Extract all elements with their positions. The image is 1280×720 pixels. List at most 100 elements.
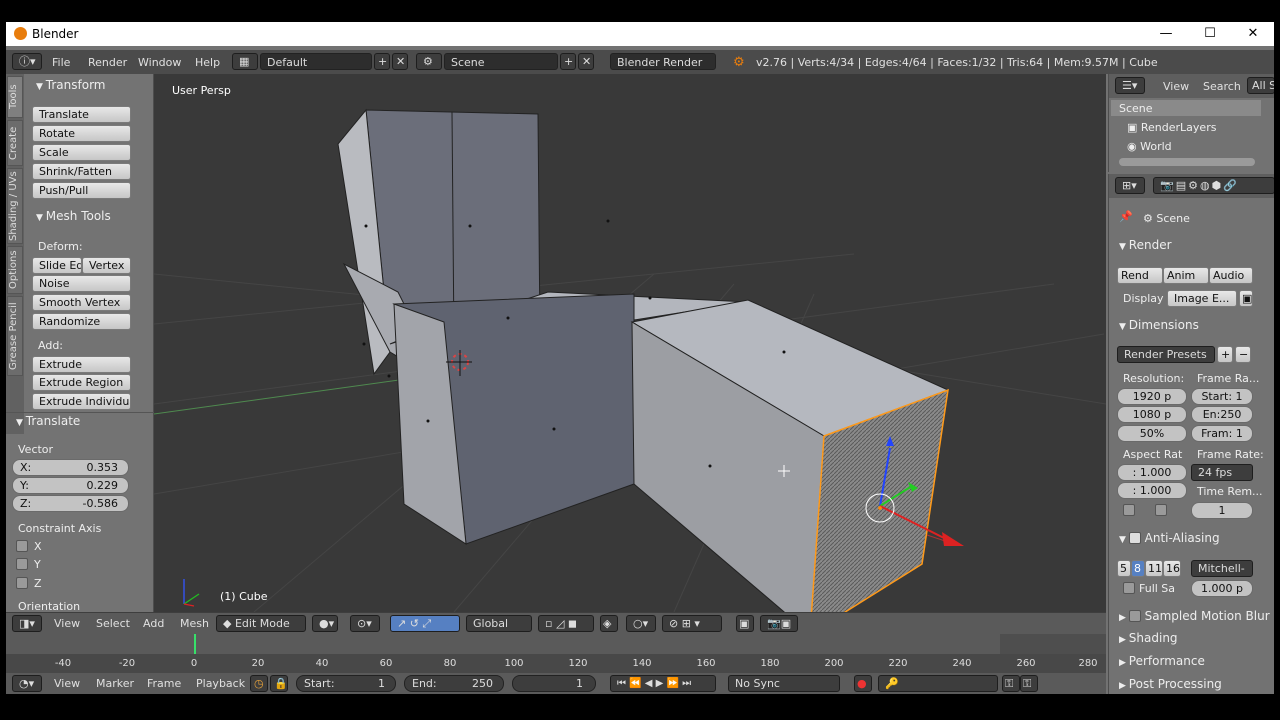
timeline-menu-view[interactable]: View bbox=[54, 677, 80, 690]
aspect-x-field[interactable]: : 1.000 bbox=[1117, 464, 1187, 481]
render-preview-icon[interactable]: 📷▣ bbox=[760, 615, 798, 632]
mode-dropdown[interactable]: ◆ Edit Mode bbox=[216, 615, 306, 632]
remove-preset-icon[interactable]: − bbox=[1235, 346, 1251, 363]
properties-context-tabs[interactable]: 📷▤⚙◍⬢🔗 bbox=[1153, 177, 1274, 194]
timeline[interactable]: -40 -20 0 20 40 60 80 100 120 140 160 18… bbox=[6, 634, 1106, 674]
frame-end-field[interactable]: En:250 bbox=[1191, 406, 1253, 423]
resolution-y-field[interactable]: 1080 p bbox=[1117, 406, 1187, 423]
aspect-y-field[interactable]: : 1.000 bbox=[1117, 482, 1187, 499]
select-mode-buttons[interactable]: ▫ ◿ ◼ bbox=[538, 615, 594, 632]
remove-screen-icon[interactable]: ✕ bbox=[392, 53, 408, 70]
editor-type-timeline-icon[interactable]: ◔▾ bbox=[12, 675, 42, 692]
editor-type-info-icon[interactable]: ⓘ▾ bbox=[12, 53, 42, 70]
vector-y-field[interactable]: Y: 0.229 bbox=[12, 477, 129, 494]
outliner-item-world[interactable]: ◉ World bbox=[1127, 140, 1172, 153]
timeline-menu-frame[interactable]: Frame bbox=[147, 677, 181, 690]
tab-grease-pencil[interactable]: Grease Pencil bbox=[7, 296, 23, 376]
push-pull-button[interactable]: Push/Pull bbox=[32, 182, 131, 199]
delete-keyframe-icon[interactable]: ⚿ bbox=[1020, 675, 1038, 692]
add-scene-icon[interactable]: + bbox=[560, 53, 576, 70]
full-sample-checkbox[interactable] bbox=[1123, 582, 1135, 594]
proportional-edit-icon[interactable]: ○▾ bbox=[626, 615, 656, 632]
render-animation-button[interactable]: Anim bbox=[1163, 267, 1209, 284]
editor-type-outliner-icon[interactable]: ☰▾ bbox=[1115, 77, 1145, 94]
noise-button[interactable]: Noise bbox=[32, 275, 131, 292]
frame-rate-dropdown[interactable]: 24 fps bbox=[1191, 464, 1253, 481]
aa-filter-dropdown[interactable]: Mitchell- bbox=[1191, 560, 1253, 577]
menu-view[interactable]: View bbox=[54, 617, 80, 630]
aa-samples-5[interactable]: 5 bbox=[1117, 560, 1131, 577]
filter-size-field[interactable]: 1.000 p bbox=[1191, 580, 1253, 597]
dimensions-panel-header[interactable]: Dimensions bbox=[1119, 318, 1199, 332]
constraint-z-checkbox[interactable] bbox=[16, 577, 28, 589]
vector-z-field[interactable]: Z: -0.586 bbox=[12, 495, 129, 512]
transform-panel-header[interactable]: Transform bbox=[36, 78, 106, 92]
outliner-menu-search[interactable]: Search bbox=[1203, 80, 1241, 93]
record-icon[interactable]: ● bbox=[854, 675, 872, 692]
extrude-dropdown[interactable]: Extrude bbox=[32, 356, 131, 373]
menu-help[interactable]: Help bbox=[195, 56, 220, 69]
current-frame-field[interactable]: 1 bbox=[512, 675, 596, 692]
start-frame-field[interactable]: Start: 1 bbox=[296, 675, 396, 692]
translate-button[interactable]: Translate bbox=[32, 106, 131, 123]
lock-interface-icon[interactable]: ▣ bbox=[1239, 290, 1253, 307]
extrude-region-button[interactable]: Extrude Region bbox=[32, 374, 131, 391]
3d-viewport[interactable]: User Persp (1) Cube bbox=[154, 74, 1106, 612]
randomize-button[interactable]: Randomize bbox=[32, 313, 131, 330]
maximize-button[interactable]: ☐ bbox=[1200, 25, 1220, 43]
screen-layout-field[interactable]: Default bbox=[260, 53, 372, 70]
snap-icon[interactable]: ⊘ ⊞ ▾ bbox=[662, 615, 722, 632]
extrude-individual-button[interactable]: Extrude Individual bbox=[32, 393, 131, 410]
end-frame-field[interactable]: End: 250 bbox=[404, 675, 504, 692]
layers-icon[interactable]: ▣ bbox=[736, 615, 754, 632]
close-button[interactable]: ✕ bbox=[1243, 25, 1263, 43]
resolution-x-field[interactable]: 1920 p bbox=[1117, 388, 1187, 405]
render-audio-button[interactable]: Audio bbox=[1209, 267, 1253, 284]
aa-samples-11[interactable]: 11 bbox=[1145, 560, 1163, 577]
tab-create[interactable]: Create bbox=[7, 120, 23, 166]
remove-scene-icon[interactable]: ✕ bbox=[578, 53, 594, 70]
performance-panel-header[interactable]: Performance bbox=[1119, 654, 1205, 668]
add-screen-icon[interactable]: + bbox=[374, 53, 390, 70]
menu-mesh[interactable]: Mesh bbox=[180, 617, 209, 630]
frame-step-field[interactable]: Fram: 1 bbox=[1191, 425, 1253, 442]
menu-select[interactable]: Select bbox=[96, 617, 130, 630]
manipulator-toggles[interactable]: ↗ ↺ ⤢ bbox=[390, 615, 460, 632]
render-still-button[interactable]: Rend bbox=[1117, 267, 1163, 284]
menu-add[interactable]: Add bbox=[143, 617, 164, 630]
render-presets-dropdown[interactable]: Render Presets bbox=[1117, 346, 1215, 363]
menu-file[interactable]: File bbox=[52, 56, 70, 69]
occlude-geometry-icon[interactable]: ◈ bbox=[600, 615, 618, 632]
current-frame-marker[interactable] bbox=[194, 634, 196, 654]
timeline-menu-marker[interactable]: Marker bbox=[96, 677, 134, 690]
render-engine-dropdown[interactable]: Blender Render bbox=[610, 53, 716, 70]
minimize-button[interactable]: — bbox=[1156, 25, 1176, 43]
rotate-button[interactable]: Rotate bbox=[32, 125, 131, 142]
crop-checkbox[interactable] bbox=[1155, 504, 1167, 516]
add-preset-icon[interactable]: + bbox=[1217, 346, 1233, 363]
post-processing-panel-header[interactable]: Post Processing bbox=[1119, 677, 1222, 691]
viewport-shading-icon[interactable]: ●▾ bbox=[312, 615, 338, 632]
mesh-tools-panel-header[interactable]: Mesh Tools bbox=[36, 209, 111, 223]
playback-controls[interactable]: ⏮ ⏪ ◀ ▶ ⏩ ⏭ bbox=[610, 675, 716, 692]
screen-layout-icon[interactable]: ▦ bbox=[232, 53, 258, 70]
insert-keyframe-icon[interactable]: ⚿ bbox=[1002, 675, 1020, 692]
vector-x-field[interactable]: X: 0.353 bbox=[12, 459, 129, 476]
aa-samples-8[interactable]: 8 bbox=[1131, 560, 1145, 577]
aa-samples-16[interactable]: 16 bbox=[1163, 560, 1181, 577]
constraint-y-checkbox[interactable] bbox=[16, 558, 28, 570]
timeline-ruler[interactable]: -40 -20 0 20 40 60 80 100 120 140 160 18… bbox=[6, 654, 1106, 674]
tab-shading-uvs[interactable]: Shading / UVs bbox=[7, 168, 23, 244]
menu-window[interactable]: Window bbox=[138, 56, 181, 69]
anti-aliasing-panel-header[interactable]: Anti-Aliasing bbox=[1119, 530, 1220, 545]
pivot-point-icon[interactable]: ⊙▾ bbox=[350, 615, 380, 632]
tab-tools[interactable]: Tools bbox=[7, 76, 23, 118]
outliner-item-scene[interactable]: Scene bbox=[1119, 102, 1153, 115]
slide-edge-button[interactable]: Slide Ed bbox=[32, 257, 82, 274]
sampled-motion-blur-panel-header[interactable]: Sampled Motion Blur bbox=[1119, 608, 1270, 623]
preview-range-icon[interactable]: ◷ bbox=[250, 675, 268, 692]
shading-panel-header[interactable]: Shading bbox=[1119, 631, 1178, 645]
transform-orientation-dropdown[interactable]: Global bbox=[466, 615, 532, 632]
last-operator-header[interactable]: Translate bbox=[16, 414, 81, 428]
border-checkbox[interactable] bbox=[1123, 504, 1135, 516]
